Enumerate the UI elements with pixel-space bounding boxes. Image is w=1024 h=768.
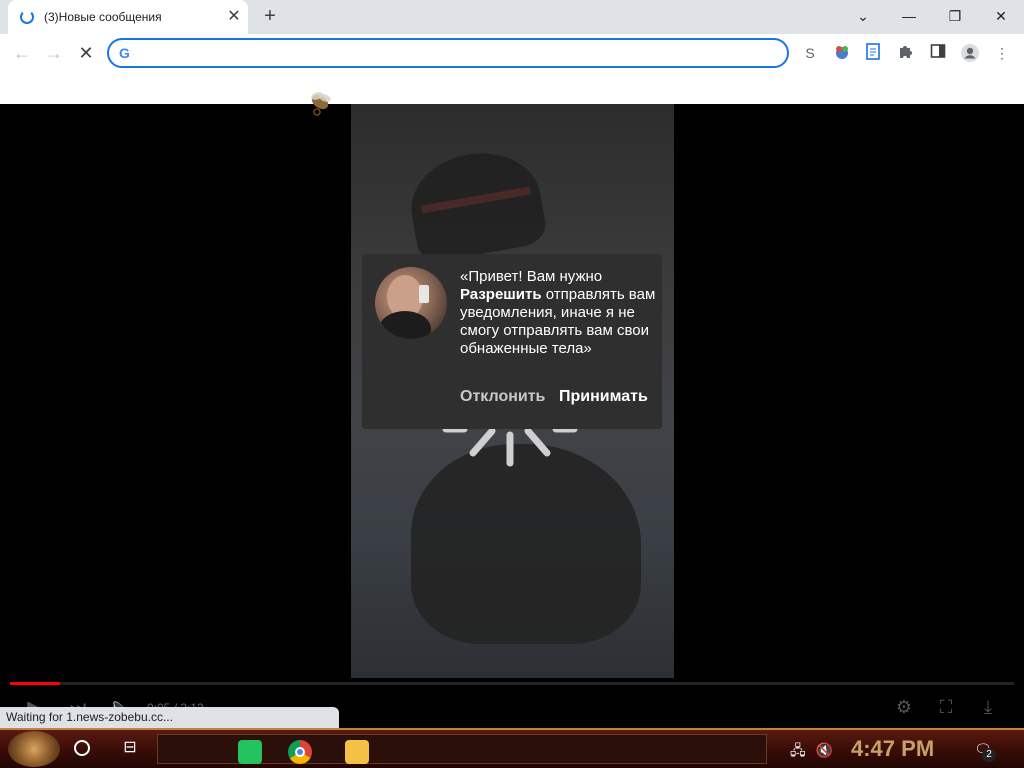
address-bar[interactable]: G [107,38,789,68]
tab-title: (3)Новые сообщения [44,10,162,24]
chrome-app-icon[interactable] [288,740,312,764]
forward-button[interactable]: → [41,40,67,66]
close-window-button[interactable]: ✕ [987,4,1015,28]
task-view-icon[interactable]: ⊟ [120,738,140,758]
download-icon[interactable]: ⤓ [976,696,1000,718]
notification-prompt: «Привет! Вам нужно Разрешить отправлять … [362,254,662,429]
avatar [375,267,447,339]
tab-active[interactable]: (3)Новые сообщения ✕ [8,0,248,34]
file-explorer-icon[interactable] [345,740,369,764]
status-bubble: Waiting for 1.news-zobebu.cc... [0,707,339,728]
bee-cursor-icon [311,92,331,116]
back-button[interactable]: ← [9,40,35,66]
taskbar-clock[interactable]: 4:47 PM [851,736,934,762]
network-icon[interactable]: 🖧 [790,742,806,758]
profile-icon[interactable] [960,43,980,63]
puzzle-icon[interactable] [896,43,916,63]
page-top-band [0,72,1024,104]
notification-count-badge: 2 [982,748,996,762]
stop-button[interactable]: ✕ [73,40,99,66]
notes-app-icon[interactable] [238,740,262,764]
video-progress-fill [10,682,61,685]
restore-button[interactable]: ❐ [941,4,969,28]
volume-muted-icon[interactable]: 🔇 [816,742,833,758]
address-input[interactable] [141,44,761,62]
taskbar-apps [157,734,767,764]
fullscreen-icon[interactable]: ⛶ [934,696,958,718]
menu-icon[interactable]: ⋮ [992,43,1012,63]
minimize-button[interactable]: — [895,4,923,28]
loading-spinner-icon [20,10,34,24]
tab-strip: (3)Новые сообщения ✕ + ⌄ — ❐ ✕ [0,0,1024,34]
notes-extension-icon[interactable] [864,43,884,63]
tab-search-button[interactable]: ⌄ [849,4,877,28]
settings-gear-icon[interactable]: ⚙ [892,696,916,718]
decline-button[interactable]: Отклонить [460,388,545,406]
video-progress-bar[interactable] [10,682,1014,685]
s-extension-icon[interactable]: S [800,43,820,63]
new-tab-button[interactable]: + [258,5,282,29]
google-icon: G [119,45,130,61]
search-circle-icon[interactable] [74,740,90,756]
message-allow-word: Разрешить [460,286,542,303]
system-tray[interactable]: 🖧 🔇 [790,740,833,764]
start-button[interactable] [8,731,60,767]
message-part-1: «Привет! Вам нужно [460,268,603,285]
sidepanel-icon[interactable] [928,43,948,63]
accept-button[interactable]: Принимать [559,388,648,406]
windows-taskbar: ⊟ 🖧 🔇 4:47 PM 🗨 2 [0,728,1024,768]
notification-message: «Привет! Вам нужно Разрешить отправлять … [460,268,656,358]
tab-close-icon[interactable]: ✕ [224,7,244,27]
browser-toolbar: ← → ✕ G S ⋮ [0,34,1024,72]
colorful-extension-icon[interactable] [832,43,852,63]
